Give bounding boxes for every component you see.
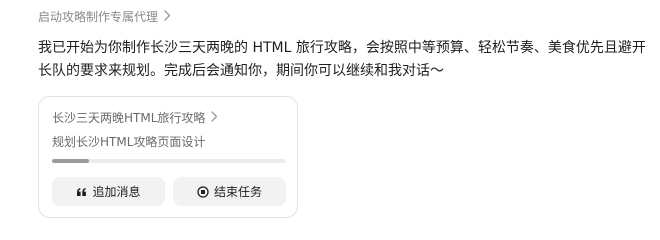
stop-circle-icon xyxy=(197,185,209,198)
chevron-right-icon xyxy=(211,110,218,125)
quote-icon xyxy=(76,187,87,197)
task-progress-fill xyxy=(52,159,90,163)
chevron-right-icon xyxy=(164,9,171,24)
assistant-message: 我已开始为你制作长沙三天两晚的 HTML 旅行攻略，会按照中等预算、轻松节奏、美… xyxy=(38,40,646,79)
add-message-button[interactable]: 追加消息 xyxy=(52,177,165,206)
end-task-button[interactable]: 结束任务 xyxy=(173,177,286,206)
task-card-title: 长沙三天两晚HTML旅行攻略 xyxy=(52,111,206,125)
chat-message-area: 启动攻略制作专属代理 我已开始为你制作长沙三天两晚的 HTML 旅行攻略，会按照… xyxy=(0,0,660,231)
add-message-label: 追加消息 xyxy=(92,185,141,199)
agent-link[interactable]: 启动攻略制作专属代理 xyxy=(38,8,171,25)
agent-link-label: 启动攻略制作专属代理 xyxy=(38,10,159,24)
task-progress-bar xyxy=(52,159,286,163)
task-card-title-link[interactable]: 长沙三天两晚HTML旅行攻略 xyxy=(52,109,218,126)
end-task-label: 结束任务 xyxy=(213,185,262,199)
task-card-subtitle: 规划长沙HTML攻略页面设计 xyxy=(52,135,206,149)
task-card: 长沙三天两晚HTML旅行攻略 规划长沙HTML攻略页面设计 追加消息 结束任务 xyxy=(38,96,298,218)
